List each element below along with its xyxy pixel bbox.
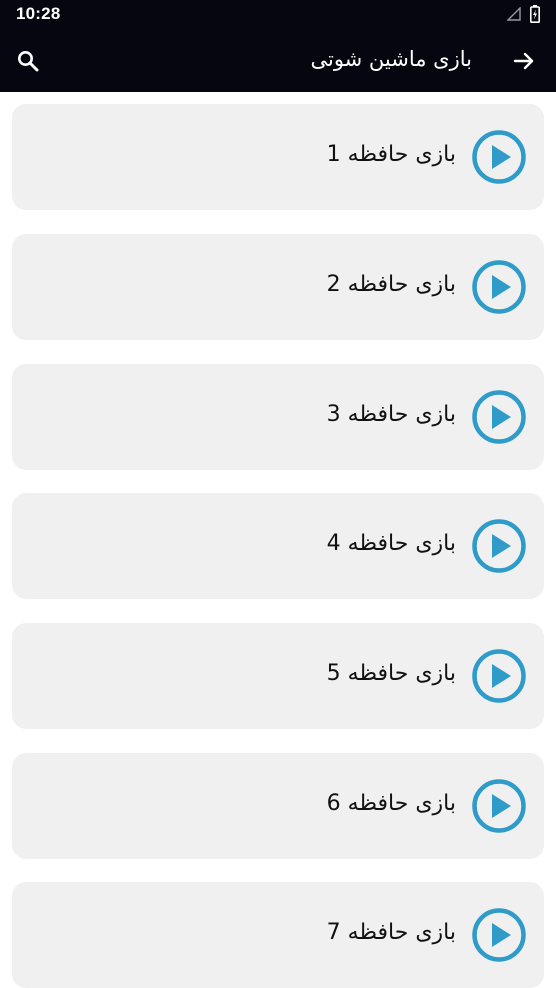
list-item-label: بازی حافظه 1	[326, 142, 456, 167]
page-title: بازی ماشین شوتی	[310, 47, 472, 71]
list-item[interactable]: بازی حافظه 5	[12, 623, 544, 729]
list-item[interactable]: بازی حافظه 7	[12, 882, 544, 988]
app-bar: بازی ماشین شوتی	[0, 30, 556, 92]
list-item-label: بازی حافظه 7	[326, 920, 456, 945]
status-time: 10:28	[16, 4, 61, 23]
list-item[interactable]: بازی حافظه 2	[12, 234, 544, 340]
list-item[interactable]: بازی حافظه 4	[12, 493, 544, 599]
search-icon	[18, 51, 39, 72]
list-item-label: بازی حافظه 3	[326, 402, 456, 427]
play-circle-icon[interactable]	[471, 259, 527, 315]
back-button[interactable]	[504, 41, 544, 81]
search-button[interactable]	[8, 41, 48, 81]
list-item-label: بازی حافظه 5	[326, 661, 456, 686]
list-item-label: بازی حافظه 6	[326, 791, 456, 816]
play-circle-icon[interactable]	[471, 518, 527, 574]
play-circle-icon[interactable]	[471, 907, 527, 963]
play-circle-icon[interactable]	[471, 778, 527, 834]
signal-icon	[507, 7, 521, 21]
play-circle-icon[interactable]	[471, 129, 527, 185]
list-item[interactable]: بازی حافظه 6	[12, 753, 544, 859]
list-item[interactable]: بازی حافظه 1	[12, 104, 544, 210]
arrow-right-icon	[513, 52, 534, 70]
status-bar: 10:28	[0, 0, 556, 30]
list-item-label: بازی حافظه 4	[326, 531, 456, 556]
battery-icon	[530, 5, 540, 23]
play-circle-icon[interactable]	[471, 389, 527, 445]
list-item[interactable]: بازی حافظه 3	[12, 364, 544, 470]
list-item-label: بازی حافظه 2	[326, 272, 456, 297]
play-circle-icon[interactable]	[471, 648, 527, 704]
